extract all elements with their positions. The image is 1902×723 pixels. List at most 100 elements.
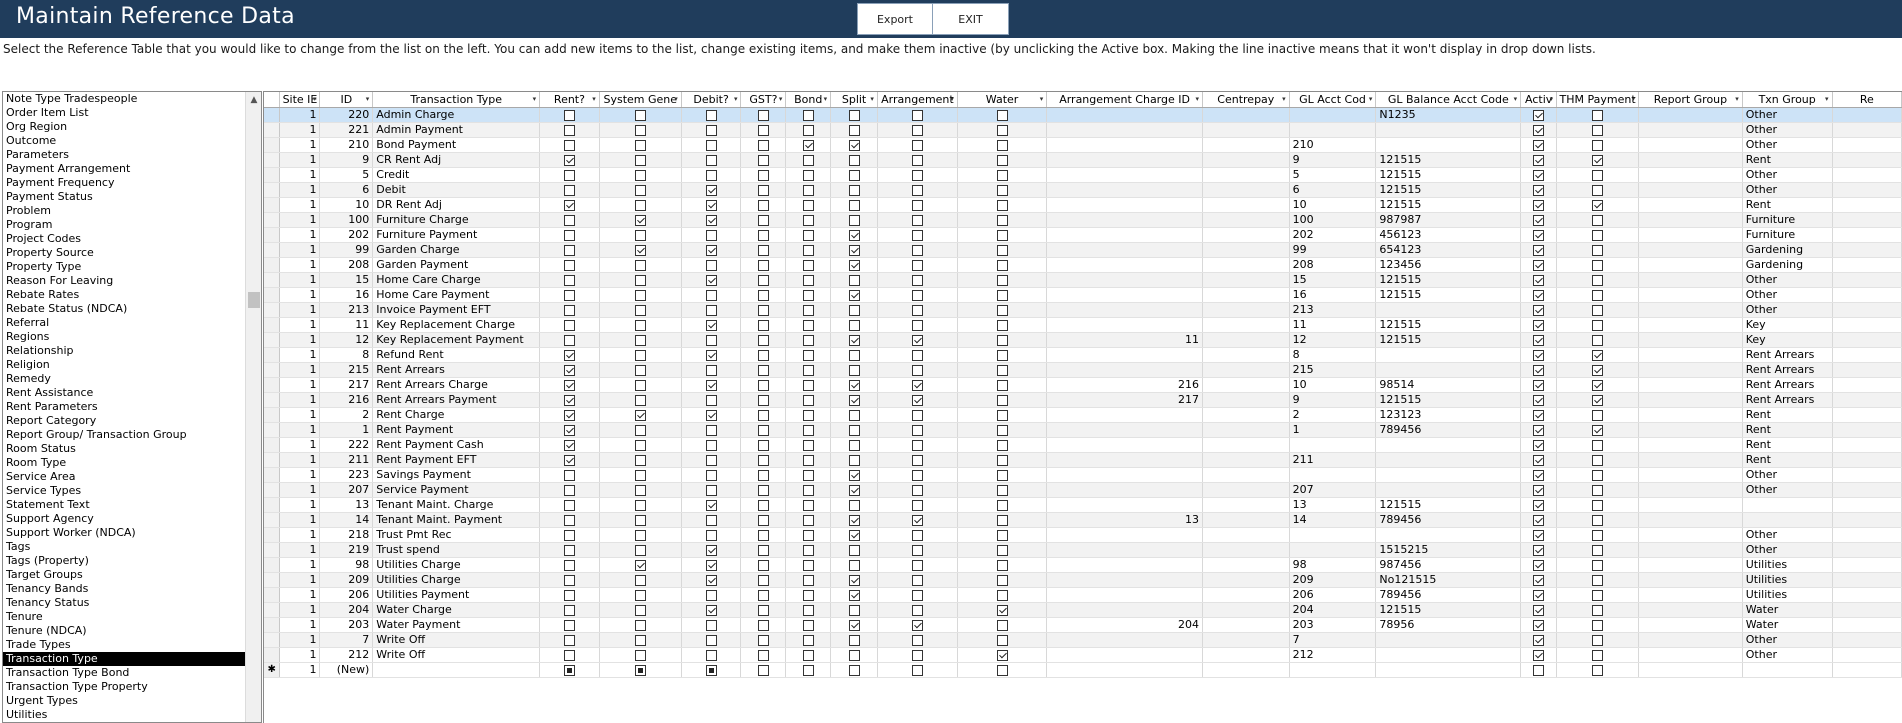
gl-balance-acct-code-cell[interactable]: N1235: [1375, 107, 1522, 123]
bond-checkbox[interactable]: [802, 514, 814, 526]
filter-dropdown-icon[interactable]: ▾: [1550, 95, 1554, 103]
thm-payment-checkbox[interactable]: [1592, 109, 1604, 121]
site-id-cell[interactable]: 1: [279, 512, 321, 528]
list-item[interactable]: Statement Text: [3, 498, 246, 512]
rent-checkbox[interactable]: [563, 394, 575, 406]
water-checkbox[interactable]: [996, 514, 1008, 526]
arrangement-charge-id-cell[interactable]: [1046, 272, 1203, 288]
bond-checkbox[interactable]: [802, 409, 814, 421]
water-checkbox[interactable]: [996, 244, 1008, 256]
table-row[interactable]: 1 208 Garden Payment 208 123456 Gardening: [264, 257, 1902, 273]
rent-checkbox[interactable]: [563, 439, 575, 451]
arrangement-checkbox[interactable]: [911, 589, 923, 601]
arrangement-checkbox[interactable]: [911, 484, 923, 496]
extra-cell[interactable]: [1832, 542, 1902, 558]
split-checkbox[interactable]: [848, 274, 860, 286]
txn-group-cell[interactable]: Other: [1742, 482, 1833, 498]
split-checkbox[interactable]: [848, 349, 860, 361]
gl-acct-code-cell[interactable]: 204: [1289, 602, 1377, 618]
debit-checkbox[interactable]: [705, 634, 717, 646]
extra-cell[interactable]: [1832, 452, 1902, 468]
arrangement-checkbox[interactable]: [911, 664, 923, 676]
report-group-cell[interactable]: [1638, 242, 1743, 258]
table-row[interactable]: 1 223 Savings Payment Other: [264, 467, 1902, 483]
report-group-cell[interactable]: [1638, 497, 1743, 513]
table-row[interactable]: 1 204 Water Charge 204 121515 Water: [264, 602, 1902, 618]
site-id-cell[interactable]: 1: [279, 362, 321, 378]
debit-checkbox[interactable]: [705, 169, 717, 181]
gst-checkbox[interactable]: [757, 244, 769, 256]
list-item[interactable]: Transaction Type: [3, 652, 246, 666]
table-row[interactable]: 1 9 CR Rent Adj 9 121515 Rent: [264, 152, 1902, 168]
water-checkbox[interactable]: [996, 289, 1008, 301]
rent-checkbox[interactable]: [563, 154, 575, 166]
list-item[interactable]: Order Item List: [3, 106, 246, 120]
arrangement-checkbox[interactable]: [911, 154, 923, 166]
split-checkbox[interactable]: [848, 184, 860, 196]
report-group-cell[interactable]: [1638, 167, 1743, 183]
thm-payment-checkbox[interactable]: [1592, 664, 1604, 676]
report-group-cell[interactable]: [1638, 182, 1743, 198]
report-group-cell[interactable]: [1638, 527, 1743, 543]
id-cell[interactable]: 212: [319, 647, 374, 663]
arrangement-charge-id-cell[interactable]: [1046, 107, 1203, 123]
split-checkbox[interactable]: [848, 574, 860, 586]
filter-dropdown-icon[interactable]: ▾: [950, 95, 954, 103]
transaction-type-cell[interactable]: Home Care Payment: [372, 287, 541, 303]
report-group-cell[interactable]: [1638, 422, 1743, 438]
arrangement-charge-id-cell[interactable]: [1046, 242, 1203, 258]
split-checkbox[interactable]: [848, 484, 860, 496]
transaction-type-cell[interactable]: Rent Arrears Payment: [372, 392, 541, 408]
bond-checkbox[interactable]: [802, 454, 814, 466]
transaction-type-cell[interactable]: Admin Charge: [372, 107, 541, 123]
extra-cell[interactable]: [1832, 107, 1902, 123]
txn-group-cell[interactable]: Rent: [1742, 437, 1833, 453]
transaction-type-cell[interactable]: Rent Payment EFT: [372, 452, 541, 468]
id-cell[interactable]: 6: [319, 182, 374, 198]
system-generated-checkbox[interactable]: [634, 214, 646, 226]
list-item[interactable]: Religion: [3, 358, 246, 372]
active-checkbox[interactable]: [1533, 364, 1545, 376]
centrepay-cell[interactable]: [1202, 197, 1290, 213]
site-id-cell[interactable]: 1: [279, 287, 321, 303]
extra-cell[interactable]: [1832, 407, 1902, 423]
rent-checkbox[interactable]: [563, 274, 575, 286]
list-item[interactable]: Support Worker (NDCA): [3, 526, 246, 540]
active-checkbox[interactable]: [1533, 319, 1545, 331]
txn-group-cell[interactable]: Water: [1742, 617, 1833, 633]
report-group-cell[interactable]: [1638, 617, 1743, 633]
system-generated-checkbox[interactable]: [634, 184, 646, 196]
report-group-cell[interactable]: [1638, 212, 1743, 228]
gl-balance-acct-code-cell[interactable]: [1375, 137, 1522, 153]
system-generated-checkbox[interactable]: [634, 394, 646, 406]
gl-acct-code-cell[interactable]: [1289, 542, 1377, 558]
arrangement-checkbox[interactable]: [911, 439, 923, 451]
active-checkbox[interactable]: [1533, 574, 1545, 586]
arrangement-charge-id-cell[interactable]: [1046, 407, 1203, 423]
list-item[interactable]: Org Region: [3, 120, 246, 134]
list-item[interactable]: Remedy: [3, 372, 246, 386]
site-id-cell[interactable]: 1: [279, 497, 321, 513]
arrangement-checkbox[interactable]: [911, 349, 923, 361]
centrepay-cell[interactable]: [1202, 362, 1290, 378]
row-selector[interactable]: [264, 122, 281, 138]
water-checkbox[interactable]: [996, 259, 1008, 271]
active-checkbox[interactable]: [1533, 244, 1545, 256]
txn-group-cell[interactable]: Other: [1742, 167, 1833, 183]
table-row[interactable]: 1 210 Bond Payment 210 Other: [264, 137, 1902, 153]
arrangement-checkbox[interactable]: [911, 499, 923, 511]
extra-cell[interactable]: [1832, 287, 1902, 303]
active-checkbox[interactable]: [1533, 439, 1545, 451]
active-checkbox[interactable]: [1533, 154, 1545, 166]
gl-acct-code-cell[interactable]: 207: [1289, 482, 1377, 498]
site-id-cell[interactable]: 1: [279, 242, 321, 258]
bond-checkbox[interactable]: [802, 559, 814, 571]
active-checkbox[interactable]: [1533, 109, 1545, 121]
column-header[interactable]: GL Acct Cod ▾: [1289, 92, 1377, 108]
rent-checkbox[interactable]: [563, 499, 575, 511]
gst-checkbox[interactable]: [757, 424, 769, 436]
thm-payment-checkbox[interactable]: [1592, 589, 1604, 601]
report-group-cell[interactable]: [1638, 407, 1743, 423]
centrepay-cell[interactable]: [1202, 272, 1290, 288]
list-item[interactable]: Regions: [3, 330, 246, 344]
